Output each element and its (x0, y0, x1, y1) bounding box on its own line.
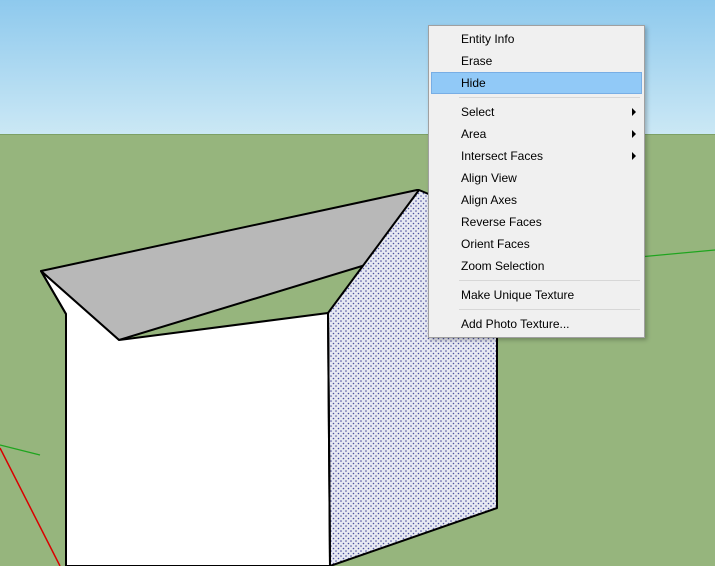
menu-label: Area (461, 127, 486, 141)
menu-add-photo-texture[interactable]: Add Photo Texture... (431, 313, 642, 335)
menu-label: Hide (461, 76, 486, 90)
context-menu: Entity Info Erase Hide Select Area Inter… (428, 25, 645, 338)
menu-separator (459, 280, 640, 281)
menu-erase[interactable]: Erase (431, 50, 642, 72)
menu-separator (459, 309, 640, 310)
chevron-right-icon (632, 152, 636, 160)
menu-label: Intersect Faces (461, 149, 543, 163)
menu-label: Make Unique Texture (461, 288, 574, 302)
axis-red (0, 448, 60, 566)
menu-label: Entity Info (461, 32, 514, 46)
menu-label: Orient Faces (461, 237, 530, 251)
menu-select[interactable]: Select (431, 101, 642, 123)
menu-align-axes[interactable]: Align Axes (431, 189, 642, 211)
menu-label: Add Photo Texture... (461, 317, 570, 331)
chevron-right-icon (632, 130, 636, 138)
menu-label: Zoom Selection (461, 259, 544, 273)
menu-entity-info[interactable]: Entity Info (431, 28, 642, 50)
menu-label: Align Axes (461, 193, 517, 207)
menu-make-unique-texture[interactable]: Make Unique Texture (431, 284, 642, 306)
menu-orient-faces[interactable]: Orient Faces (431, 233, 642, 255)
menu-align-view[interactable]: Align View (431, 167, 642, 189)
menu-area[interactable]: Area (431, 123, 642, 145)
menu-label: Align View (461, 171, 517, 185)
menu-hide[interactable]: Hide (431, 72, 642, 94)
menu-reverse-faces[interactable]: Reverse Faces (431, 211, 642, 233)
menu-label: Erase (461, 54, 492, 68)
menu-zoom-selection[interactable]: Zoom Selection (431, 255, 642, 277)
menu-label: Select (461, 105, 494, 119)
menu-intersect-faces[interactable]: Intersect Faces (431, 145, 642, 167)
axis-green-near (0, 445, 40, 455)
menu-separator (459, 97, 640, 98)
chevron-right-icon (632, 108, 636, 116)
menu-label: Reverse Faces (461, 215, 542, 229)
